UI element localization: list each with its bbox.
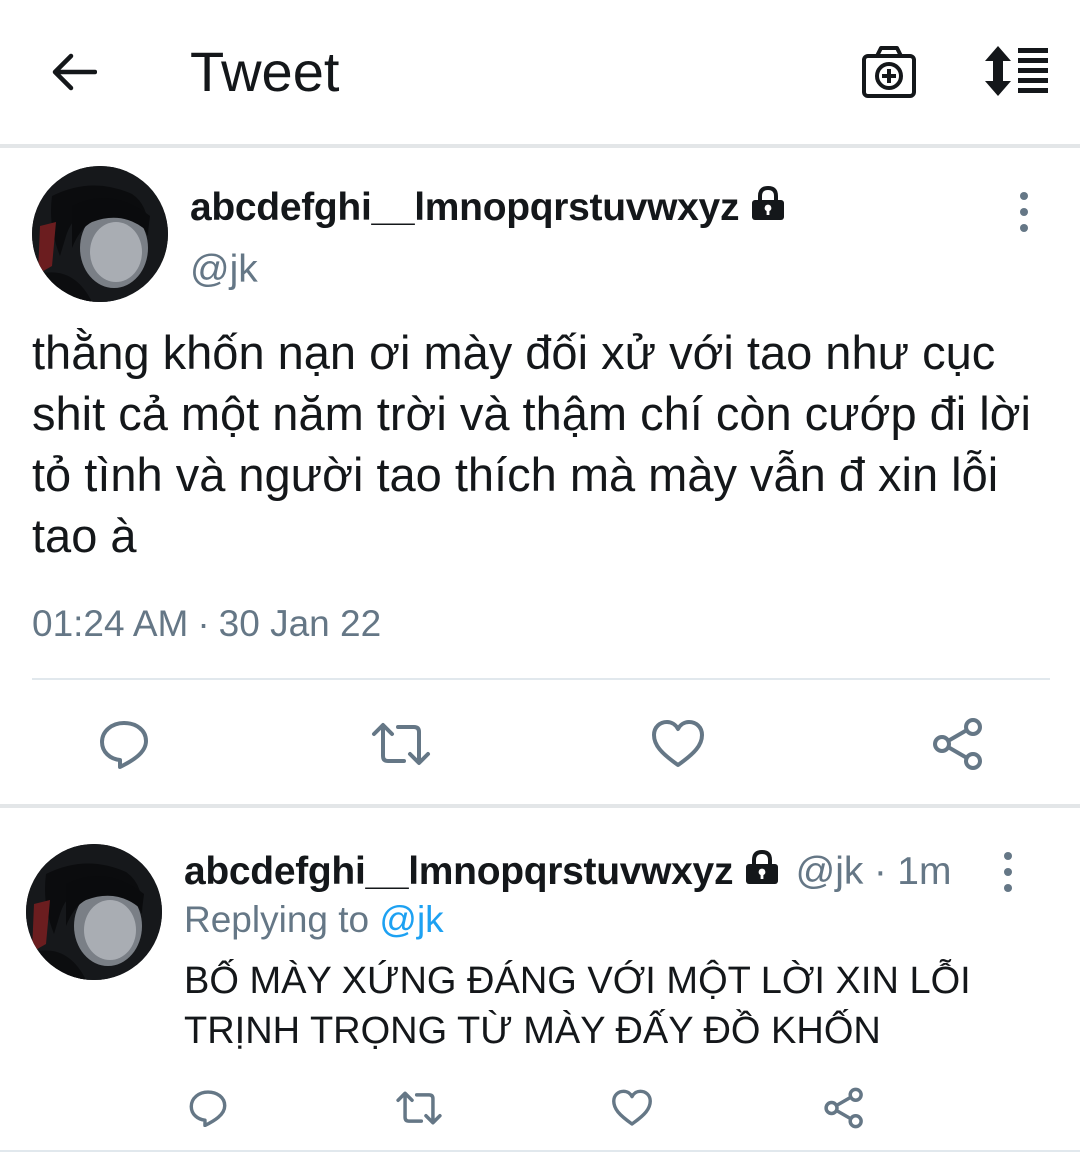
retweet-icon (396, 1091, 442, 1125)
reply-button[interactable] (94, 714, 154, 774)
lock-icon (749, 185, 787, 232)
arrow-left-icon (52, 53, 97, 91)
camera-button[interactable] (860, 44, 922, 102)
like-icon (612, 1089, 652, 1126)
author-display-name: abcdefghi__lmnopqrstuvwxyz (190, 186, 740, 229)
avatar[interactable] (32, 166, 168, 302)
reply-header: abcdefghi__lmnopqrstuvwxyz @jk · 1m (184, 849, 952, 894)
sort-button[interactable] (982, 44, 1052, 98)
avatar-image (32, 166, 168, 302)
reply-reply-button[interactable] (184, 1084, 232, 1132)
more-dot (1020, 208, 1028, 216)
reply-age: 1m (897, 850, 952, 893)
tweet-timestamp[interactable]: 01:24 AM · 30 Jan 22 (32, 600, 381, 648)
share-icon (933, 718, 982, 770)
share-button[interactable] (928, 714, 988, 774)
reply-retweet-button[interactable] (392, 1084, 446, 1132)
author-handle[interactable]: @jk (190, 248, 258, 292)
more-dot (1004, 852, 1012, 860)
tweet-time: 01:24 AM (32, 603, 189, 644)
reply-separator: · (873, 850, 887, 893)
lock-icon (743, 849, 781, 891)
section-divider (0, 804, 1080, 808)
more-dot (1020, 192, 1028, 200)
like-icon (652, 720, 704, 767)
page-title: Tweet (190, 40, 340, 103)
sort-lines-icon (985, 46, 1048, 96)
top-app-bar: Tweet (0, 0, 1080, 148)
reply-like-button[interactable] (608, 1084, 656, 1132)
replying-to: Replying to @jk (184, 898, 444, 942)
more-dot (1004, 868, 1012, 876)
tweet-text: thằng khốn nạn ơi mày đối xử với tao như… (32, 326, 1031, 562)
reply-share-button[interactable] (820, 1084, 868, 1132)
back-button[interactable] (44, 44, 104, 100)
retweet-icon (372, 723, 430, 765)
reply-more-options-button[interactable] (998, 852, 1018, 892)
reply-avatar[interactable] (26, 844, 162, 980)
tweet-date: 30 Jan 22 (218, 603, 382, 644)
reply-author-handle[interactable]: @jk (796, 850, 864, 893)
more-dot (1004, 884, 1012, 892)
more-options-button[interactable] (1014, 192, 1034, 232)
tweet-author-name[interactable]: abcdefghi__lmnopqrstuvwxyz (190, 185, 787, 232)
reply-text: BỐ MÀY XỨNG ĐÁNG VỚI MỘT LỜI XIN LỖI TRỊ… (184, 960, 971, 1052)
like-button[interactable] (648, 714, 708, 774)
replying-to-label: Replying to (184, 899, 370, 940)
more-dot (1020, 224, 1028, 232)
bottom-divider (0, 1150, 1080, 1152)
actions-divider (32, 678, 1050, 680)
avatar-image (26, 844, 162, 980)
reply-icon (100, 721, 148, 769)
reply-icon (189, 1090, 227, 1127)
share-icon (824, 1087, 863, 1129)
replying-to-handle[interactable]: @jk (379, 899, 443, 940)
timestamp-separator: · (197, 603, 210, 644)
camera-plus-icon (862, 46, 916, 98)
reply-author-name[interactable]: abcdefghi__lmnopqrstuvwxyz (184, 850, 733, 893)
retweet-button[interactable] (368, 714, 434, 774)
header-divider (0, 144, 1080, 148)
